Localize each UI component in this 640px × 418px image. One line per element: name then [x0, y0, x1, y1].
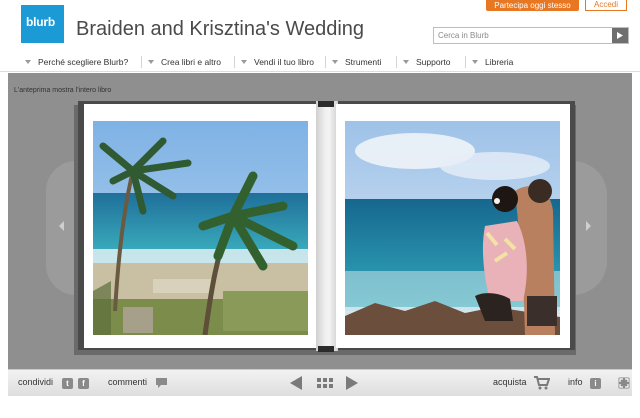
fullscreen-icon[interactable]: [618, 377, 630, 389]
nav-item-label: Perché scegliere Blurb?: [38, 57, 129, 67]
next-arrow-icon[interactable]: [346, 376, 358, 390]
nav-item-why-blurb[interactable]: Perché scegliere Blurb?: [25, 55, 128, 69]
nav-item-library[interactable]: Libreria: [472, 55, 513, 69]
nav-item-support[interactable]: Supporto: [403, 55, 451, 69]
book-spine: [316, 101, 338, 351]
nav-item-label: Vendi il tuo libro: [254, 57, 315, 67]
nav-item-create-books[interactable]: Crea libri e altro: [148, 55, 221, 69]
blurb-logo[interactable]: blurb: [21, 5, 64, 43]
previous-arrow-icon[interactable]: [290, 376, 302, 390]
info-label[interactable]: info: [568, 377, 583, 387]
nav-item-label: Libreria: [485, 57, 514, 67]
grid-view-icon[interactable]: [317, 378, 333, 389]
chevron-down-icon: [241, 60, 247, 64]
nav-item-tools[interactable]: Strumenti: [332, 55, 381, 69]
chevron-down-icon: [25, 60, 31, 64]
site-header: blurb Braiden and Krisztina's Wedding Pa…: [0, 0, 640, 52]
chevron-down-icon: [472, 60, 478, 64]
nav-item-label: Strumenti: [345, 57, 382, 67]
nav-item-sell-book[interactable]: Vendi il tuo libro: [241, 55, 314, 69]
palm-trees-photo: [93, 121, 308, 335]
preview-note: L'anteprima mostra l'intero libro: [14, 87, 112, 94]
spine-cap: [318, 346, 334, 352]
right-page: [336, 104, 570, 348]
arrow-left-icon: [59, 221, 64, 231]
share-label: condividi: [18, 377, 54, 387]
book-preview: L'anteprima mostra l'intero libro: [8, 73, 632, 369]
login-button[interactable]: Accedi: [585, 0, 627, 11]
info-icon[interactable]: i: [590, 378, 601, 389]
spine-cap: [318, 101, 334, 107]
left-page: [84, 104, 318, 348]
nav-divider: [396, 56, 397, 68]
arrow-right-icon: [586, 221, 591, 231]
facebook-icon[interactable]: f: [78, 378, 89, 389]
twitter-icon[interactable]: t: [62, 378, 73, 389]
nav-item-label: Supporto: [416, 57, 451, 67]
main-nav: Perché scegliere Blurb? Crea libri e alt…: [0, 52, 640, 72]
nav-divider: [325, 56, 326, 68]
chevron-down-icon: [148, 60, 154, 64]
couple-beach-photo: [345, 121, 560, 335]
join-today-button[interactable]: Partecipa oggi stesso: [486, 0, 579, 11]
play-arrow-icon: [617, 32, 623, 39]
shopping-cart-icon[interactable]: [534, 376, 550, 390]
comment-bubble-icon[interactable]: [155, 377, 168, 389]
search-box: [433, 27, 629, 44]
chevron-down-icon: [332, 60, 338, 64]
nav-item-label: Crea libri e altro: [161, 57, 221, 67]
chevron-down-icon: [403, 60, 409, 64]
buy-label[interactable]: acquista: [493, 377, 527, 387]
search-button[interactable]: [612, 28, 628, 43]
nav-divider: [141, 56, 142, 68]
comments-label[interactable]: commenti: [108, 377, 147, 387]
page-title: Braiden and Krisztina's Wedding: [76, 18, 365, 40]
nav-divider: [465, 56, 466, 68]
viewer-toolbar: condividi t f commenti acquista info i: [8, 369, 632, 396]
nav-divider: [234, 56, 235, 68]
search-input[interactable]: [434, 28, 612, 43]
